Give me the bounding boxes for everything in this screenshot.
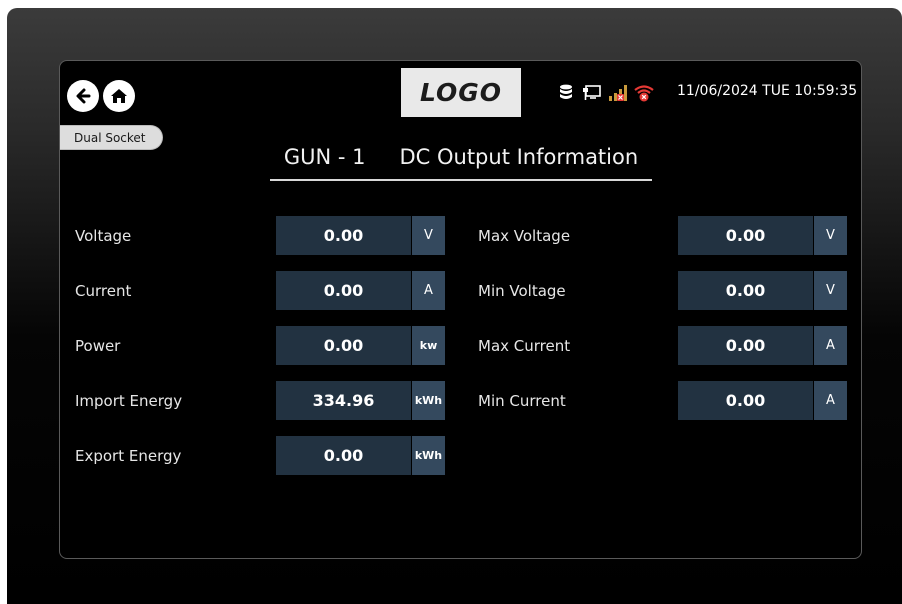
param-label: Max Voltage xyxy=(478,226,571,245)
param-label: Power xyxy=(75,336,121,355)
param-unit: V xyxy=(814,216,847,255)
param-unit: kWh xyxy=(412,381,445,420)
status-icons xyxy=(556,81,654,105)
section-title: DC Output Information xyxy=(399,145,639,169)
param-row-max-voltage: Max Voltage xyxy=(478,216,678,255)
home-icon xyxy=(111,89,127,103)
datetime: 11/06/2024 TUE 10:59:35 xyxy=(677,83,858,99)
dual-socket-tab[interactable]: Dual Socket xyxy=(60,125,163,150)
param-label: Current xyxy=(75,281,132,300)
home-button[interactable] xyxy=(103,80,135,112)
param-row-max-current: Max Current xyxy=(478,326,678,365)
param-row-export-energy: Export Energy xyxy=(75,436,275,475)
back-button[interactable] xyxy=(67,80,99,112)
param-value: 0.00 xyxy=(678,381,813,420)
param-unit: V xyxy=(814,271,847,310)
param-label: Import Energy xyxy=(75,391,183,410)
param-row-current: Current xyxy=(75,271,275,310)
param-unit: A xyxy=(814,381,847,420)
wifi-error-icon xyxy=(634,83,654,103)
arrow-left-circle-icon xyxy=(76,88,91,104)
current-field: 0.00 A xyxy=(276,271,445,310)
param-value: 334.96 xyxy=(276,381,411,420)
network-plug-icon xyxy=(582,83,602,103)
param-label: Export Energy xyxy=(75,446,182,465)
param-row-voltage: Voltage xyxy=(75,216,275,255)
param-value: 0.00 xyxy=(678,326,813,365)
param-row-min-voltage: Min Voltage xyxy=(478,271,678,310)
param-value: 0.00 xyxy=(678,216,813,255)
power-field: 0.00 kw xyxy=(276,326,445,365)
param-value: 0.00 xyxy=(276,271,411,310)
param-value: 0.00 xyxy=(276,326,411,365)
param-row-power: Power xyxy=(75,326,275,365)
hmi-screen: LOGO 11/06/2024 TUE 10:59:35 Dual Socket… xyxy=(59,60,862,559)
param-unit: kw xyxy=(412,326,445,365)
max-current-field: 0.00 A xyxy=(678,326,847,365)
param-row-import-energy: Import Energy xyxy=(75,381,275,420)
param-value: 0.00 xyxy=(678,271,813,310)
param-unit: kWh xyxy=(412,436,445,475)
signal-bars-error-icon xyxy=(608,83,628,103)
param-label: Voltage xyxy=(75,226,132,245)
param-unit: A xyxy=(814,326,847,365)
param-unit: A xyxy=(412,271,445,310)
param-label: Min Current xyxy=(478,391,566,410)
database-icon xyxy=(556,83,576,103)
min-voltage-field: 0.00 V xyxy=(678,271,847,310)
max-voltage-field: 0.00 V xyxy=(678,216,847,255)
export-energy-field: 0.00 kWh xyxy=(276,436,445,475)
voltage-field: 0.00 V xyxy=(276,216,445,255)
import-energy-field: 334.96 kWh xyxy=(276,381,445,420)
logo: LOGO xyxy=(401,68,521,117)
param-label: Min Voltage xyxy=(478,281,566,300)
param-row-min-current: Min Current xyxy=(478,381,678,420)
param-value: 0.00 xyxy=(276,436,411,475)
min-current-field: 0.00 A xyxy=(678,381,847,420)
param-value: 0.00 xyxy=(276,216,411,255)
gun-label: GUN - 1 xyxy=(283,145,366,169)
page-title: GUN - 1 DC Output Information xyxy=(270,141,652,181)
param-unit: V xyxy=(412,216,445,255)
param-label: Max Current xyxy=(478,336,571,355)
